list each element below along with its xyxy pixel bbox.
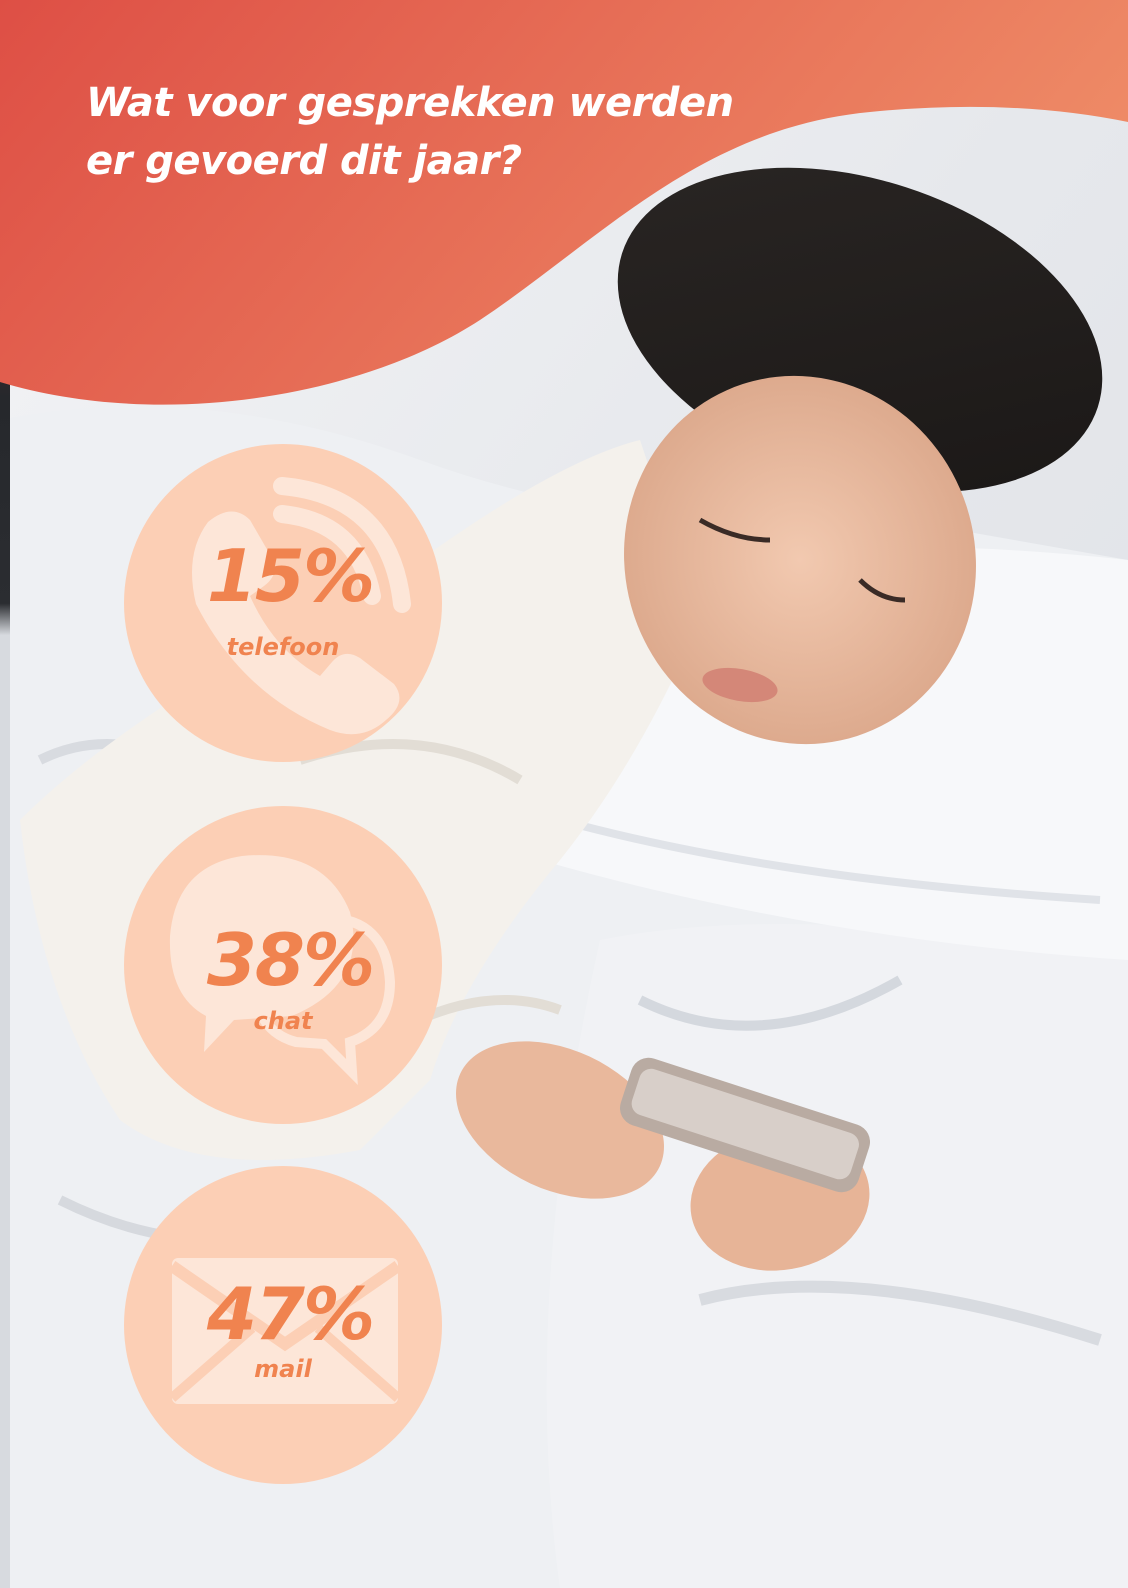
page-title: Wat voor gesprekken werden er gevoerd di…: [86, 74, 766, 190]
stat-label: mail: [254, 1355, 312, 1383]
header-wave: [0, 0, 1128, 430]
stat-circle-mail: 47% mail: [124, 1166, 442, 1484]
stat-value: 47%: [206, 1272, 375, 1356]
stat-label: chat: [253, 1007, 313, 1035]
title-line-1: Wat voor gesprekken werden: [86, 80, 734, 126]
stat-value: 38%: [206, 918, 375, 1002]
stat-value: 15%: [206, 534, 375, 618]
stat-circle-telefoon: 15% telefoon: [124, 444, 442, 762]
stat-circle-chat: 38% chat: [124, 806, 442, 1124]
title-line-2: er gevoerd dit jaar?: [86, 138, 522, 184]
page: Wat voor gesprekken werden er gevoerd di…: [0, 0, 1128, 1588]
stat-label: telefoon: [226, 633, 340, 661]
